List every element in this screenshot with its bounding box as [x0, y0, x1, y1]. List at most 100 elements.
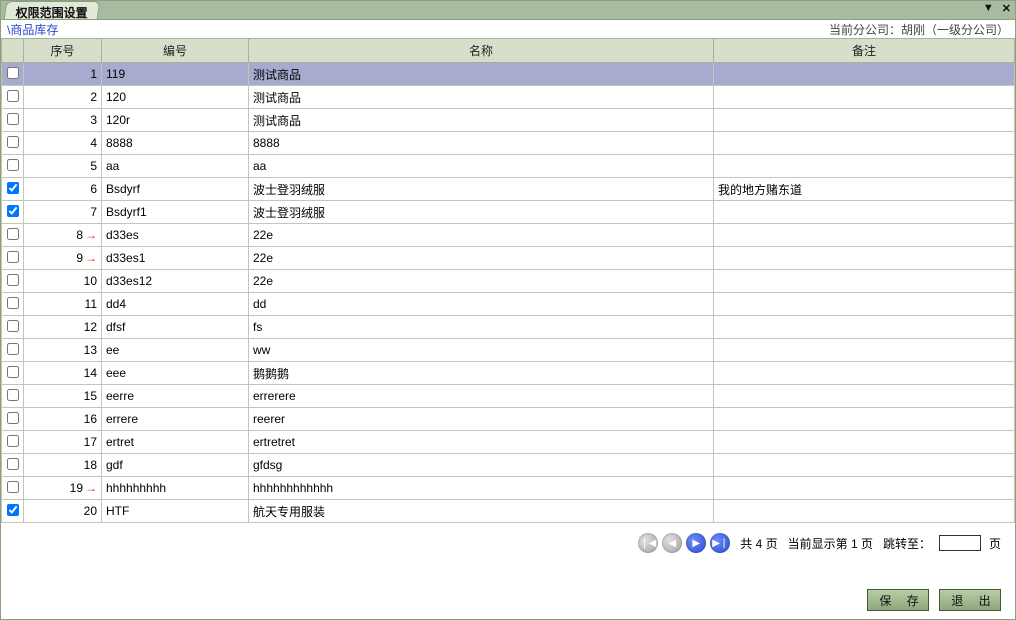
- table-row[interactable]: 5aaaa: [2, 155, 1015, 178]
- cell-seq: 2: [24, 86, 102, 109]
- table-row[interactable]: 11dd4dd: [2, 293, 1015, 316]
- cell-code: aa: [102, 155, 249, 178]
- table-row[interactable]: 8→d33es22e: [2, 224, 1015, 247]
- row-checkbox[interactable]: [7, 458, 19, 470]
- row-checkbox[interactable]: [7, 113, 19, 125]
- row-checkbox[interactable]: [7, 366, 19, 378]
- cell-remark: [714, 132, 1015, 155]
- cell-code: ee: [102, 339, 249, 362]
- row-checkbox[interactable]: [7, 159, 19, 171]
- cell-code: 120r: [102, 109, 249, 132]
- row-checkbox[interactable]: [7, 228, 19, 240]
- cell-remark: [714, 270, 1015, 293]
- cell-name: reerer: [249, 408, 714, 431]
- pager-jump-input[interactable]: [939, 535, 981, 551]
- cell-seq: 3: [24, 109, 102, 132]
- cell-seq: 19→: [24, 477, 102, 500]
- cell-code: Bsdyrf1: [102, 201, 249, 224]
- row-checkbox[interactable]: [7, 274, 19, 286]
- cell-name: aa: [249, 155, 714, 178]
- cell-name: 波士登羽绒服: [249, 178, 714, 201]
- pager-prev-icon[interactable]: ◀: [662, 533, 682, 553]
- row-checkbox[interactable]: [7, 412, 19, 424]
- pager-next-icon[interactable]: ▶: [686, 533, 706, 553]
- cell-remark: [714, 339, 1015, 362]
- table-row[interactable]: 6Bsdyrf波士登羽绒服我的地方赌东道: [2, 178, 1015, 201]
- cell-code: eerre: [102, 385, 249, 408]
- row-checkbox[interactable]: [7, 182, 19, 194]
- cell-code: errere: [102, 408, 249, 431]
- cell-remark: [714, 385, 1015, 408]
- cell-code: ertret: [102, 431, 249, 454]
- cell-name: 波士登羽绒服: [249, 201, 714, 224]
- cell-seq: 11: [24, 293, 102, 316]
- table-row[interactable]: 2120测试商品: [2, 86, 1015, 109]
- cell-name: 22e: [249, 247, 714, 270]
- cell-code: hhhhhhhhh: [102, 477, 249, 500]
- cell-remark: [714, 86, 1015, 109]
- minimize-icon[interactable]: ▼: [983, 2, 994, 15]
- cell-name: fs: [249, 316, 714, 339]
- pager: ❘◀ ◀ ▶ ▶❘ 共 4 页 当前显示第 1 页 跳转至： 页: [1, 523, 1015, 553]
- arrow-red-icon: →: [85, 228, 97, 242]
- table-row[interactable]: 10d33es1222e: [2, 270, 1015, 293]
- cell-code: gdf: [102, 454, 249, 477]
- save-button[interactable]: 保 存: [867, 589, 929, 611]
- row-checkbox[interactable]: [7, 205, 19, 217]
- row-checkbox[interactable]: [7, 343, 19, 355]
- cell-remark: [714, 109, 1015, 132]
- table-row[interactable]: 20HTF航天专用服装: [2, 500, 1015, 523]
- row-checkbox[interactable]: [7, 90, 19, 102]
- cell-remark: [714, 155, 1015, 178]
- table-row[interactable]: 17ertretertretret: [2, 431, 1015, 454]
- col-remark[interactable]: 备注: [714, 39, 1015, 63]
- table-row[interactable]: 16errerereerer: [2, 408, 1015, 431]
- table-row[interactable]: 7Bsdyrf1波士登羽绒服: [2, 201, 1015, 224]
- row-checkbox[interactable]: [7, 481, 19, 493]
- col-name[interactable]: 名称: [249, 39, 714, 63]
- arrow-red-icon: →: [85, 481, 97, 495]
- cell-code: dfsf: [102, 316, 249, 339]
- cell-seq: 8→: [24, 224, 102, 247]
- cell-code: d33es: [102, 224, 249, 247]
- row-checkbox[interactable]: [7, 504, 19, 516]
- table-row[interactable]: 9→d33es122e: [2, 247, 1015, 270]
- table-row[interactable]: 488888888: [2, 132, 1015, 155]
- pager-last-icon[interactable]: ▶❘: [710, 533, 730, 553]
- table-row[interactable]: 18gdfgfdsg: [2, 454, 1015, 477]
- close-icon[interactable]: ✕: [1002, 2, 1011, 15]
- pager-first-icon[interactable]: ❘◀: [638, 533, 658, 553]
- table-row[interactable]: 12dfsffs: [2, 316, 1015, 339]
- row-checkbox[interactable]: [7, 389, 19, 401]
- table-row[interactable]: 1119测试商品: [2, 63, 1015, 86]
- row-checkbox[interactable]: [7, 136, 19, 148]
- table-row[interactable]: 15eerreerrerere: [2, 385, 1015, 408]
- col-seq[interactable]: 序号: [24, 39, 102, 63]
- cell-remark: [714, 431, 1015, 454]
- cell-remark: [714, 63, 1015, 86]
- cell-code: 8888: [102, 132, 249, 155]
- table-row[interactable]: 19→hhhhhhhhhhhhhhhhhhhhh: [2, 477, 1015, 500]
- cell-seq: 7: [24, 201, 102, 224]
- col-checkbox: [2, 39, 24, 63]
- cell-name: errerere: [249, 385, 714, 408]
- exit-button[interactable]: 退 出: [939, 589, 1001, 611]
- table-row[interactable]: 3120r测试商品: [2, 109, 1015, 132]
- row-checkbox[interactable]: [7, 435, 19, 447]
- cell-seq: 20: [24, 500, 102, 523]
- cell-name: 鹅鹅鹅: [249, 362, 714, 385]
- row-checkbox[interactable]: [7, 251, 19, 263]
- row-checkbox[interactable]: [7, 320, 19, 332]
- breadcrumb[interactable]: \商品库存: [7, 21, 58, 38]
- cell-name: dd: [249, 293, 714, 316]
- titlebar: 权限范围设置 ▼ ✕: [1, 1, 1015, 19]
- table-row[interactable]: 14eee鹅鹅鹅: [2, 362, 1015, 385]
- cell-seq: 6: [24, 178, 102, 201]
- cell-code: d33es12: [102, 270, 249, 293]
- table-row[interactable]: 13eeww: [2, 339, 1015, 362]
- cell-seq: 13: [24, 339, 102, 362]
- row-checkbox[interactable]: [7, 67, 19, 79]
- cell-code: d33es1: [102, 247, 249, 270]
- col-code[interactable]: 编号: [102, 39, 249, 63]
- row-checkbox[interactable]: [7, 297, 19, 309]
